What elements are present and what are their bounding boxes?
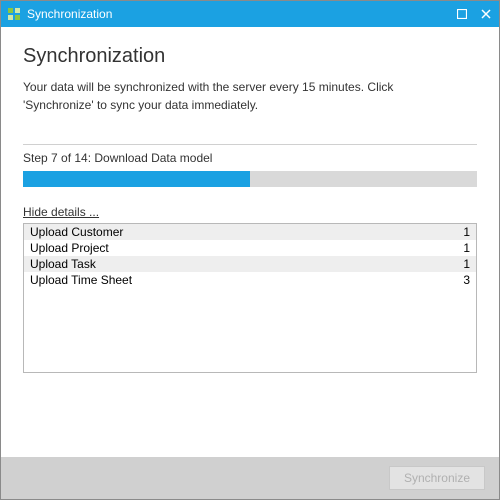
window-controls <box>455 7 493 21</box>
detail-name: Upload Project <box>30 241 450 255</box>
progress-fill <box>23 171 250 187</box>
titlebar[interactable]: Synchronization <box>1 1 499 27</box>
detail-count: 3 <box>450 273 470 287</box>
detail-name: Upload Task <box>30 257 450 271</box>
close-icon[interactable] <box>479 7 493 21</box>
maximize-icon[interactable] <box>455 7 469 21</box>
detail-name: Upload Time Sheet <box>30 273 450 287</box>
list-item: Upload Customer 1 <box>24 224 476 240</box>
sync-window: Synchronization Synchronization Your dat… <box>0 0 500 500</box>
page-title: Synchronization <box>23 45 477 68</box>
detail-count: 1 <box>450 257 470 271</box>
content-area: Synchronization Your data will be synchr… <box>1 27 499 457</box>
detail-count: 1 <box>450 241 470 255</box>
details-list[interactable]: Upload Customer 1 Upload Project 1 Uploa… <box>23 223 477 373</box>
synchronize-button[interactable]: Synchronize <box>389 466 485 490</box>
list-item: Upload Task 1 <box>24 256 476 272</box>
app-icon <box>7 7 21 21</box>
progress-step-label: Step 7 of 14: Download Data model <box>23 144 477 165</box>
detail-count: 1 <box>450 225 470 239</box>
page-description: Your data will be synchronized with the … <box>23 78 443 114</box>
window-title: Synchronization <box>27 7 455 21</box>
footer-bar: Synchronize <box>1 457 499 499</box>
toggle-details-link[interactable]: Hide details ... <box>23 205 477 219</box>
progress-bar <box>23 171 477 187</box>
detail-name: Upload Customer <box>30 225 450 239</box>
list-item: Upload Time Sheet 3 <box>24 272 476 288</box>
list-item: Upload Project 1 <box>24 240 476 256</box>
